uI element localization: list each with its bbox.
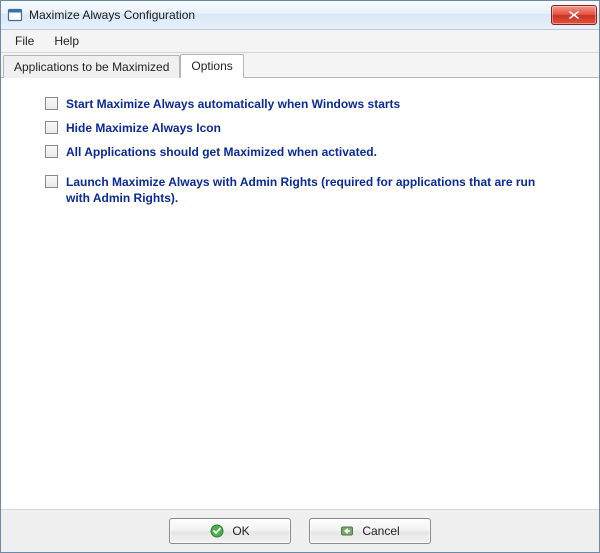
label-start-with-windows: Start Maximize Always automatically when… [66, 96, 400, 112]
menu-help[interactable]: Help [44, 30, 89, 52]
ok-button[interactable]: OK [169, 518, 291, 544]
label-hide-icon: Hide Maximize Always Icon [66, 120, 221, 136]
checkbox-maximize-all[interactable] [45, 145, 58, 158]
label-maximize-all: All Applications should get Maximized wh… [66, 144, 377, 160]
options-panel: Start Maximize Always automatically when… [1, 78, 599, 509]
titlebar: Maximize Always Configuration [1, 1, 599, 30]
tab-options[interactable]: Options [180, 54, 243, 78]
option-hide-icon: Hide Maximize Always Icon [45, 120, 579, 136]
app-icon [7, 7, 23, 23]
option-maximize-all: All Applications should get Maximized wh… [45, 144, 579, 160]
ok-button-label: OK [232, 524, 249, 538]
option-admin-rights: Launch Maximize Always with Admin Rights… [45, 174, 579, 206]
cancel-button[interactable]: Cancel [309, 518, 431, 544]
option-start-with-windows: Start Maximize Always automatically when… [45, 96, 579, 112]
menu-file[interactable]: File [5, 30, 44, 52]
checkbox-admin-rights[interactable] [45, 175, 58, 188]
tabstrip: Applications to be Maximized Options [1, 53, 599, 78]
close-icon [569, 11, 579, 19]
check-icon [210, 524, 224, 538]
close-button[interactable] [551, 5, 597, 25]
checkbox-hide-icon[interactable] [45, 121, 58, 134]
cancel-button-label: Cancel [362, 524, 399, 538]
back-icon [340, 524, 354, 538]
label-admin-rights: Launch Maximize Always with Admin Rights… [66, 174, 556, 206]
tab-applications[interactable]: Applications to be Maximized [3, 55, 180, 78]
footer: OK Cancel [1, 509, 599, 552]
checkbox-start-with-windows[interactable] [45, 97, 58, 110]
window-frame: Maximize Always Configuration File Help … [0, 0, 600, 553]
window-title: Maximize Always Configuration [29, 8, 551, 22]
menubar: File Help [1, 30, 599, 53]
